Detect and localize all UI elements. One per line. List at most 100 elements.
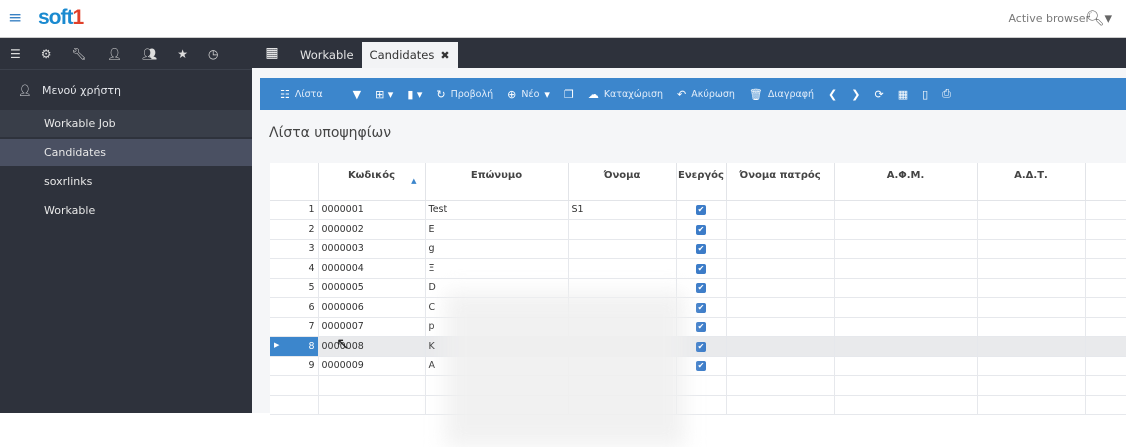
cell-active[interactable]: ✔ — [676, 200, 727, 220]
users-icon[interactable]: 👥︎ — [142, 47, 157, 61]
checkbox-checked-icon[interactable]: ✔ — [696, 244, 706, 255]
checkbox-checked-icon[interactable]: ✔ — [696, 322, 706, 333]
cell-adt[interactable] — [977, 356, 1086, 376]
star-icon[interactable]: ★ — [177, 47, 188, 61]
hamburger-menu-icon[interactable]: ≡ — [8, 8, 22, 28]
close-icon[interactable]: ✖ — [440, 49, 449, 62]
table-row[interactable]: ▶ 8 0000008 K ✔ — [270, 336, 1126, 357]
cell-father-name[interactable] — [726, 219, 835, 240]
row-number[interactable]: 4 — [270, 258, 319, 279]
print-button[interactable]: ⎙ — [942, 87, 951, 101]
clock-icon[interactable]: ◷ — [208, 47, 218, 61]
cell-code[interactable]: 0000001 — [318, 200, 426, 220]
cell-father-name[interactable] — [726, 297, 835, 318]
cell-father-name[interactable] — [726, 239, 835, 259]
cell-adt[interactable] — [977, 239, 1086, 259]
cell-adt[interactable] — [977, 336, 1086, 357]
column-header-adt[interactable]: Α.Δ.Τ. — [977, 163, 1086, 201]
bookmark-button[interactable]: ▮ ▾ — [407, 88, 422, 101]
cell-afm[interactable] — [834, 356, 978, 376]
cell-adt[interactable] — [977, 317, 1086, 337]
checkbox-checked-icon[interactable]: ✔ — [696, 263, 706, 274]
copy-button[interactable]: ❐ — [564, 88, 574, 101]
table-row[interactable]: 1 0000001 Test S1 ✔ — [270, 200, 1126, 220]
cell-surname[interactable]: E — [425, 219, 569, 240]
cell-father-name[interactable] — [726, 200, 835, 220]
cell-active[interactable]: ✔ — [676, 239, 727, 259]
soft1-logo[interactable]: soft1 — [38, 6, 84, 30]
column-header-code[interactable]: Κωδικός ▲ — [318, 163, 426, 201]
save-button[interactable]: ☁ Καταχώριση — [588, 88, 663, 101]
cell-afm[interactable] — [834, 219, 978, 240]
sidebar-item-soxrlinks[interactable]: soxrlinks — [0, 168, 252, 195]
row-number[interactable]: 6 — [270, 297, 319, 318]
cell-afm[interactable] — [834, 297, 978, 318]
column-header-father-name[interactable]: Όνομα πατρός — [726, 163, 835, 201]
cell-code[interactable]: 0000007 — [318, 317, 426, 337]
list-button[interactable]: ☷ Λίστα — [280, 88, 323, 101]
table-row[interactable]: 5 0000005 D ✔ — [270, 278, 1126, 298]
cell-active[interactable]: ✔ — [676, 219, 727, 240]
column-header-surname[interactable]: Επώνυμο — [425, 163, 569, 201]
cell-code[interactable]: 0000003 — [318, 239, 426, 259]
cell-code[interactable]: 0000009 — [318, 356, 426, 376]
cell-father-name[interactable] — [726, 317, 835, 337]
cell-name[interactable] — [568, 219, 677, 240]
cell-afm[interactable] — [834, 239, 978, 259]
list-icon[interactable]: ☰ — [10, 47, 21, 61]
view-button[interactable]: ↻ Προβολή — [436, 88, 493, 101]
tab-workable[interactable]: Workable — [292, 42, 362, 68]
previous-button[interactable]: ❮ — [828, 88, 837, 101]
cell-father-name[interactable] — [726, 258, 835, 279]
cell-afm[interactable] — [834, 278, 978, 298]
row-number[interactable]: ▶ 8 — [270, 336, 319, 357]
cell-adt[interactable] — [977, 278, 1086, 298]
cell-name[interactable]: S1 — [568, 200, 677, 220]
user-menu-icon[interactable]: 👤︎ — [107, 47, 122, 61]
cell-adt[interactable] — [977, 219, 1086, 240]
cell-adt[interactable] — [977, 258, 1086, 279]
cell-code[interactable]: 0000005 — [318, 278, 426, 298]
grid-button[interactable]: ▦ — [898, 88, 908, 101]
gear-icon[interactable]: ⚙ — [41, 47, 52, 61]
sidebar-item-candidates[interactable]: Candidates — [0, 139, 252, 166]
checkbox-checked-icon[interactable]: ✔ — [696, 224, 706, 235]
checkbox-checked-icon[interactable]: ✔ — [696, 283, 706, 294]
column-header-name[interactable]: Όνομα — [568, 163, 677, 201]
new-button[interactable]: ⊕ Νέο ▾ — [507, 88, 550, 101]
cell-afm[interactable] — [834, 336, 978, 357]
checkbox-checked-icon[interactable]: ✔ — [696, 361, 706, 372]
checkbox-checked-icon[interactable]: ✔ — [696, 341, 706, 352]
cell-code[interactable]: 0000004 — [318, 258, 426, 279]
row-number[interactable]: 5 — [270, 278, 319, 298]
sidebar-item-workable-job[interactable]: Workable Job — [0, 110, 252, 137]
export-button[interactable]: ▯ — [922, 88, 928, 101]
filter-button[interactable]: ▼ — [353, 88, 361, 101]
cell-adt[interactable] — [977, 200, 1086, 220]
checkbox-checked-icon[interactable]: ✔ — [696, 302, 706, 313]
cell-father-name[interactable] — [726, 278, 835, 298]
sidebar-item-workable[interactable]: Workable — [0, 197, 252, 224]
dashboard-grid-icon[interactable]: ▦ — [252, 38, 292, 68]
cell-name[interactable] — [568, 239, 677, 259]
row-number[interactable]: 2 — [270, 219, 319, 240]
cell-surname[interactable]: g — [425, 239, 569, 259]
cell-afm[interactable] — [834, 258, 978, 279]
refresh-button[interactable]: ⟳ — [874, 88, 883, 101]
table-row[interactable]: 9 0000009 A ✔ — [270, 356, 1126, 376]
column-header-active[interactable]: Ενεργός — [676, 163, 727, 201]
user-menu-header[interactable]: 👤︎ Μενού χρήστη — [0, 70, 252, 110]
row-number[interactable]: 9 — [270, 356, 319, 376]
column-header-afm[interactable]: Α.Φ.Μ. — [834, 163, 978, 201]
cell-active[interactable]: ✔ — [676, 258, 727, 279]
columns-button[interactable]: ⊞ ▾ — [375, 88, 393, 101]
table-row[interactable]: 6 0000006 C ✔ — [270, 297, 1126, 318]
next-button[interactable]: ❯ — [851, 88, 860, 101]
cell-surname[interactable]: Test — [425, 200, 569, 220]
row-number[interactable]: 7 — [270, 317, 319, 337]
delete-button[interactable]: 🗑︎ Διαγραφή — [749, 88, 814, 101]
table-row[interactable]: 7 0000007 p ✔ — [270, 317, 1126, 337]
search-icon[interactable]: 🔍︎▾ — [1085, 9, 1112, 27]
cell-surname[interactable]: Ξ — [425, 258, 569, 279]
tab-candidates[interactable]: Candidates ✖ — [361, 42, 458, 68]
